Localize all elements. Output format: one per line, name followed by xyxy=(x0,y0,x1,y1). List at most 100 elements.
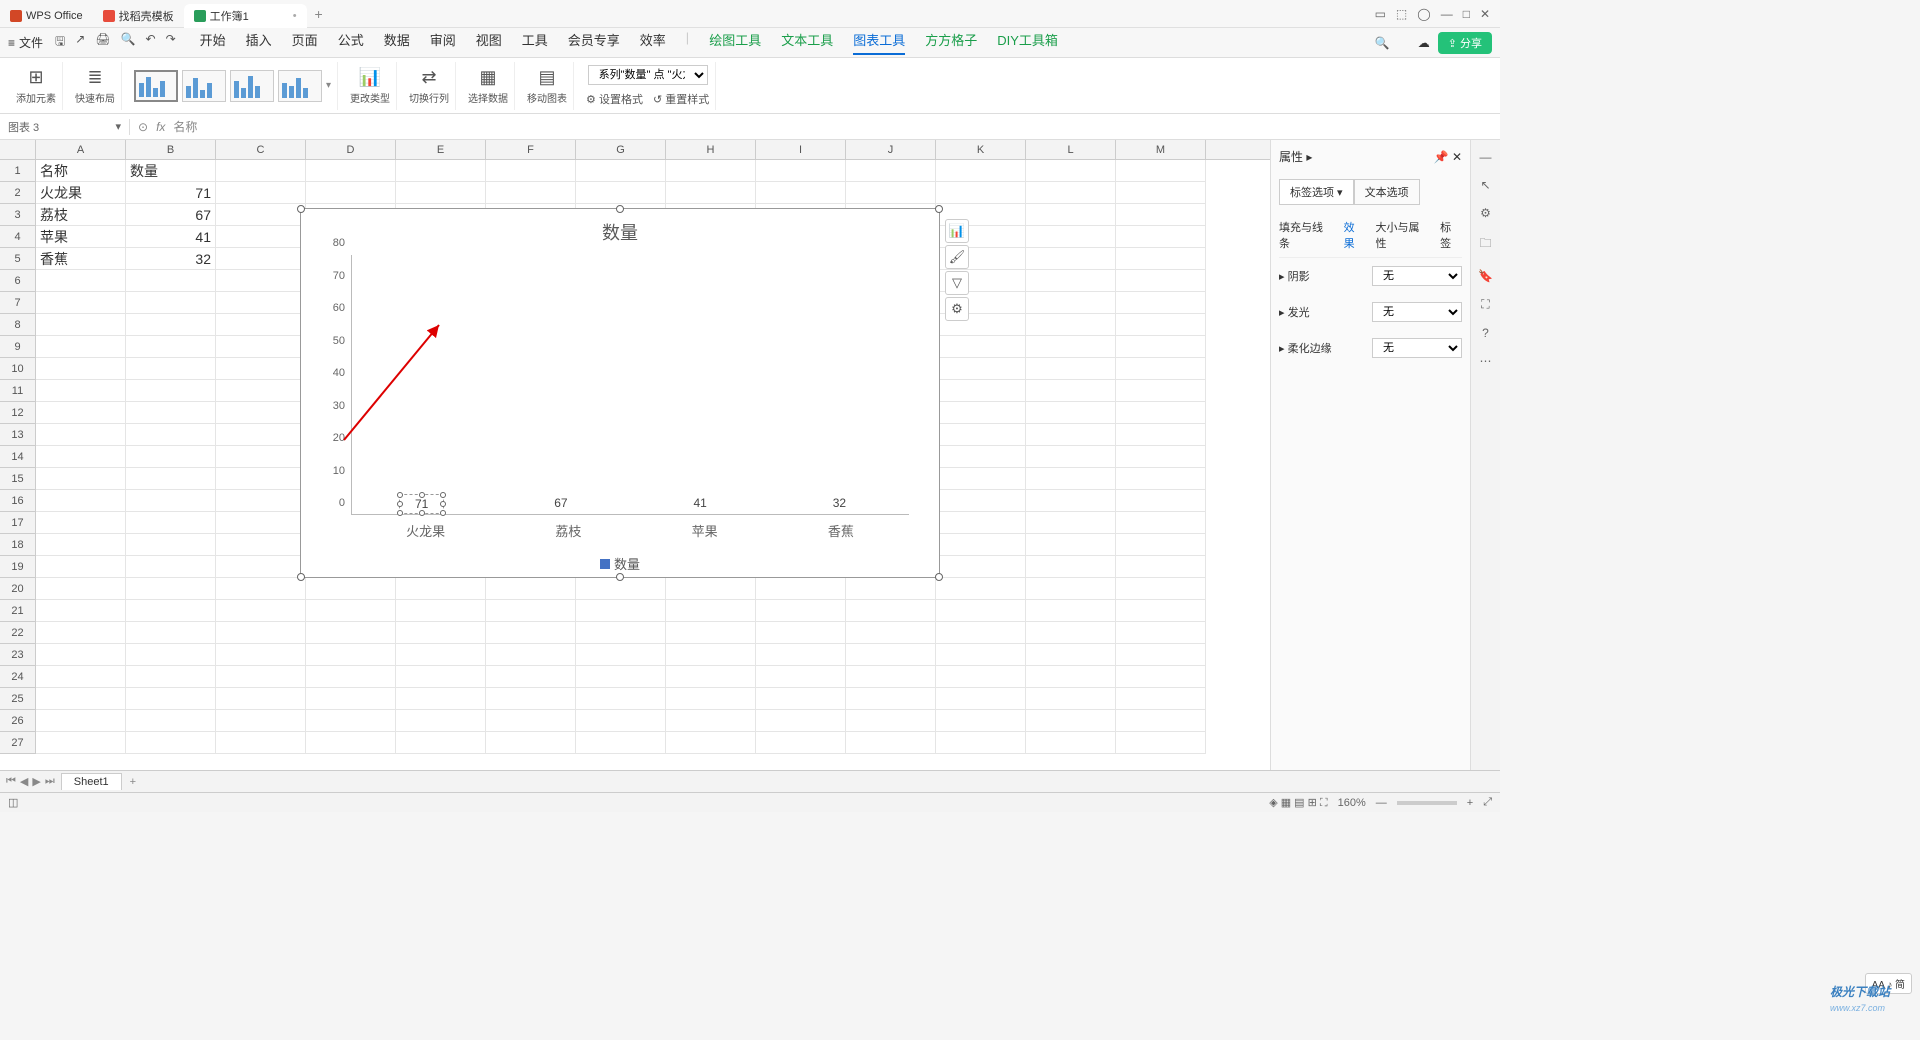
zoom-in-icon[interactable]: + xyxy=(1467,797,1473,809)
rowhead-11[interactable]: 11 xyxy=(0,380,36,402)
cell-M27[interactable] xyxy=(1116,732,1206,754)
select-all-corner[interactable] xyxy=(0,140,36,159)
gear-icon[interactable]: ⚙ xyxy=(945,297,969,321)
folder-icon[interactable]: 🗀 xyxy=(1479,234,1491,255)
cell-A25[interactable] xyxy=(36,688,126,710)
menu-文本工具[interactable]: 文本工具 xyxy=(781,30,833,55)
minimize-icon[interactable]: — xyxy=(1441,7,1453,21)
preview-icon[interactable]: 🔍 xyxy=(121,32,136,53)
cell-D20[interactable] xyxy=(306,578,396,600)
cell-A12[interactable] xyxy=(36,402,126,424)
cell-B1[interactable]: 数量 xyxy=(126,160,216,182)
menu-方方格子[interactable]: 方方格子 xyxy=(925,30,977,55)
name-box[interactable]: 图表 3▾ xyxy=(0,119,130,135)
cell-G24[interactable] xyxy=(576,666,666,688)
cell-K26[interactable] xyxy=(936,710,1026,732)
cell-B19[interactable] xyxy=(126,556,216,578)
spreadsheet-grid[interactable]: ABCDEFGHIJKLM 12345678910111213141516171… xyxy=(0,140,1270,770)
cell-L16[interactable] xyxy=(1026,490,1116,512)
add-element-button[interactable]: ⊞添加元素 xyxy=(10,62,63,110)
change-type-button[interactable]: 📊更改类型 xyxy=(344,62,397,110)
share-button[interactable]: ⇪ 分享 xyxy=(1438,32,1492,54)
menu-审阅[interactable]: 审阅 xyxy=(430,30,456,55)
cell-L24[interactable] xyxy=(1026,666,1116,688)
cell-E26[interactable] xyxy=(396,710,486,732)
cell-G21[interactable] xyxy=(576,600,666,622)
cell-B6[interactable] xyxy=(126,270,216,292)
cell-E24[interactable] xyxy=(396,666,486,688)
cell-C4[interactable] xyxy=(216,226,306,248)
cell-L26[interactable] xyxy=(1026,710,1116,732)
cell-J24[interactable] xyxy=(846,666,936,688)
menu-效率[interactable]: 效率 xyxy=(640,30,666,55)
rowhead-16[interactable]: 16 xyxy=(0,490,36,512)
menu-数据[interactable]: 数据 xyxy=(384,30,410,55)
close-panel-icon[interactable]: ✕ xyxy=(1452,150,1462,164)
menu-插入[interactable]: 插入 xyxy=(246,30,272,55)
cell-M11[interactable] xyxy=(1116,380,1206,402)
cell-A5[interactable]: 香蕉 xyxy=(36,248,126,270)
cell-B25[interactable] xyxy=(126,688,216,710)
cell-C24[interactable] xyxy=(216,666,306,688)
cell-D1[interactable] xyxy=(306,160,396,182)
colhead-E[interactable]: E xyxy=(396,140,486,159)
menu-绘图工具[interactable]: 绘图工具 xyxy=(709,30,761,55)
cell-B27[interactable] xyxy=(126,732,216,754)
rowhead-20[interactable]: 20 xyxy=(0,578,36,600)
cell-B17[interactable] xyxy=(126,512,216,534)
cell-C7[interactable] xyxy=(216,292,306,314)
cell-L19[interactable] xyxy=(1026,556,1116,578)
cell-F27[interactable] xyxy=(486,732,576,754)
cell-C6[interactable] xyxy=(216,270,306,292)
cell-K15[interactable] xyxy=(936,468,1026,490)
colhead-K[interactable]: K xyxy=(936,140,1026,159)
menu-图表工具[interactable]: 图表工具 xyxy=(853,30,905,55)
cell-L8[interactable] xyxy=(1026,314,1116,336)
cell-C19[interactable] xyxy=(216,556,306,578)
cell-M15[interactable] xyxy=(1116,468,1206,490)
cell-E23[interactable] xyxy=(396,644,486,666)
print-icon[interactable]: 🖨 xyxy=(95,32,110,53)
cell-L18[interactable] xyxy=(1026,534,1116,556)
brush-icon[interactable]: 🖌 xyxy=(945,245,969,269)
cell-B21[interactable] xyxy=(126,600,216,622)
cell-L3[interactable] xyxy=(1026,204,1116,226)
rowhead-27[interactable]: 27 xyxy=(0,732,36,754)
cell-I24[interactable] xyxy=(756,666,846,688)
prop-label-发光[interactable]: ▸ 发光 xyxy=(1279,304,1310,320)
cell-L13[interactable] xyxy=(1026,424,1116,446)
cell-E22[interactable] xyxy=(396,622,486,644)
cell-L12[interactable] xyxy=(1026,402,1116,424)
rowhead-6[interactable]: 6 xyxy=(0,270,36,292)
cell-L20[interactable] xyxy=(1026,578,1116,600)
rowhead-25[interactable]: 25 xyxy=(0,688,36,710)
bookmark-icon[interactable]: 🔖 xyxy=(1478,269,1493,283)
cell-C16[interactable] xyxy=(216,490,306,512)
cell-B5[interactable]: 32 xyxy=(126,248,216,270)
cell-L2[interactable] xyxy=(1026,182,1116,204)
cell-B20[interactable] xyxy=(126,578,216,600)
cell-B3[interactable]: 67 xyxy=(126,204,216,226)
cell-B7[interactable] xyxy=(126,292,216,314)
cell-L1[interactable] xyxy=(1026,160,1116,182)
cell-G27[interactable] xyxy=(576,732,666,754)
colhead-G[interactable]: G xyxy=(576,140,666,159)
cell-M19[interactable] xyxy=(1116,556,1206,578)
cube-icon[interactable]: ⬚ xyxy=(1396,7,1407,21)
colhead-F[interactable]: F xyxy=(486,140,576,159)
cell-M12[interactable] xyxy=(1116,402,1206,424)
menu-视图[interactable]: 视图 xyxy=(476,30,502,55)
rowhead-8[interactable]: 8 xyxy=(0,314,36,336)
redo-icon[interactable]: ↷ xyxy=(166,32,176,53)
cell-K23[interactable] xyxy=(936,644,1026,666)
rowhead-3[interactable]: 3 xyxy=(0,204,36,226)
cell-L14[interactable] xyxy=(1026,446,1116,468)
text-options-tab[interactable]: 文本选项 xyxy=(1354,179,1420,205)
cell-K22[interactable] xyxy=(936,622,1026,644)
chart-title[interactable]: 数量 xyxy=(301,209,939,255)
cell-C2[interactable] xyxy=(216,182,306,204)
cell-B10[interactable] xyxy=(126,358,216,380)
cell-M3[interactable] xyxy=(1116,204,1206,226)
cell-K11[interactable] xyxy=(936,380,1026,402)
cell-A22[interactable] xyxy=(36,622,126,644)
